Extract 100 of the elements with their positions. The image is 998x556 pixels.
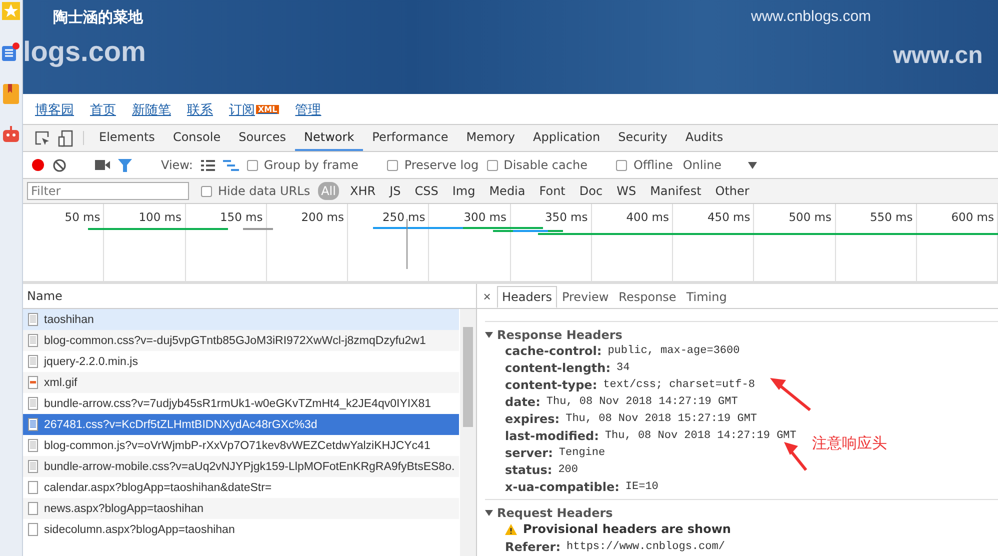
type-filter[interactable]: Manifest	[647, 182, 704, 200]
type-filter[interactable]: WS	[614, 182, 640, 200]
record-icon[interactable]	[31, 158, 45, 172]
detail-tab[interactable]: Preview	[556, 286, 614, 308]
star-icon[interactable]	[2, 2, 20, 20]
throttle-dropdown[interactable]: Online	[682, 158, 722, 172]
devtools-tab[interactable]: Memory	[457, 125, 524, 151]
detail-tab[interactable]: Response	[614, 286, 682, 308]
header-name: content-type:	[505, 378, 598, 392]
request-row[interactable]: calendar.aspx?blogApp=taoshihan&dateStr=	[23, 477, 459, 498]
devtools-tab[interactable]: Console	[164, 125, 230, 151]
blank-file-icon	[28, 502, 38, 515]
type-filter[interactable]: Media	[486, 182, 528, 200]
document-icon	[28, 334, 38, 347]
device-icon[interactable]	[58, 130, 73, 146]
close-button[interactable]: ×	[477, 284, 497, 308]
type-filter[interactable]: JS	[386, 182, 404, 200]
nav-link[interactable]: 博客园	[35, 100, 74, 118]
timeline-tick: 200 ms	[266, 204, 348, 281]
site-address: www.cnblogs.com	[751, 8, 872, 25]
devtools-tab[interactable]: Audits	[676, 125, 732, 151]
devtools-tab[interactable]: Elements	[90, 125, 164, 151]
nav-link[interactable]: 管理	[295, 100, 322, 118]
type-filter[interactable]: Doc	[576, 182, 606, 200]
header-name: date:	[505, 394, 540, 408]
dropdown-arrow-icon[interactable]	[748, 162, 757, 168]
list-view-icon[interactable]	[200, 160, 215, 170]
request-row[interactable]: blog-common.js?v=oVrWjmbP-rXxVp7O71kev8vWEZCetdwYalziKHJCYc41	[23, 435, 459, 456]
filter-field[interactable]: Filter	[27, 182, 189, 200]
banner-watermark: www.cn	[893, 42, 983, 70]
request-row[interactable]: blog-common.css?v=-duj5vpGTntb85GJoM3iRI972XwWcl-j8zmqDzyfu2w1	[23, 330, 459, 351]
devtools-tab[interactable]: Sources	[230, 125, 296, 151]
type-filter[interactable]: Other	[712, 182, 752, 200]
camera-icon[interactable]	[95, 160, 110, 170]
devtools-tab[interactable]: Performance	[363, 125, 458, 151]
scrollbar[interactable]	[460, 309, 476, 556]
header-name: x-ua-compatible:	[505, 480, 620, 494]
nav-link[interactable]: 首页	[90, 100, 116, 118]
robot-icon[interactable]	[3, 126, 19, 144]
clear-icon[interactable]	[53, 158, 66, 172]
header-value: text/css; charset=utf-8	[603, 378, 755, 390]
type-filter[interactable]: CSS	[412, 182, 442, 200]
header-name: Referer:	[505, 540, 561, 554]
toolbar-checkbox[interactable]: Offline	[616, 158, 673, 172]
header-value: 34	[616, 362, 630, 374]
header-value: IE=10	[625, 480, 658, 492]
hide-data-urls-checkbox[interactable]: Hide data URLs	[201, 184, 310, 198]
inspect-icon[interactable]	[35, 130, 50, 146]
timeline-tick: 350 ms	[510, 204, 592, 281]
bookmark-icon[interactable]	[3, 84, 19, 104]
toolbar-checkbox[interactable]: Preserve log	[387, 158, 479, 172]
type-filter[interactable]: Font	[536, 182, 568, 200]
banner-watermark: logs.com	[23, 36, 146, 68]
disclosure-triangle-icon[interactable]	[485, 509, 493, 517]
view-label: View:	[161, 158, 193, 172]
request-row[interactable]: bundle-arrow-mobile.css?v=aUq2vNJYPjgk159-LlpMOFotEnKRgRA9fyBtsES8o.	[23, 456, 459, 477]
request-row[interactable]: xml.gif	[23, 372, 459, 393]
header-name: last-modified:	[505, 428, 599, 442]
timeline-tick: 100 ms	[104, 204, 186, 281]
nav-link[interactable]: 新随笔	[132, 100, 171, 118]
section-header[interactable]: Response Headers	[485, 328, 998, 342]
detail-tab[interactable]: Timing	[681, 286, 732, 308]
nav-link[interactable]: 联系	[187, 100, 213, 118]
request-row[interactable]: jquery-2.2.0.min.js	[23, 351, 459, 372]
request-row[interactable]: sidecolumn.aspx?blogApp=taoshihan	[23, 519, 459, 540]
timeline-tick: 550 ms	[836, 204, 917, 281]
header-value: public, max-age=3600	[608, 344, 740, 356]
header-value: Thu, 08 Nov 2018 14:27:19 GMT	[604, 430, 796, 442]
request-row[interactable]: news.aspx?blogApp=taoshihan	[23, 498, 459, 519]
document-icon	[28, 313, 38, 326]
filter-icon[interactable]	[118, 158, 132, 172]
devtools-tab[interactable]: Security	[609, 125, 676, 151]
document-icon	[28, 460, 38, 473]
request-row[interactable]: taoshihan	[23, 309, 459, 330]
timeline-tick: 150 ms	[186, 204, 267, 281]
devtools-tab[interactable]: Application	[524, 125, 610, 151]
waterfall-view-icon[interactable]	[222, 160, 239, 170]
list-icon[interactable]	[2, 42, 20, 62]
blank-file-icon	[28, 481, 38, 494]
document-icon	[28, 355, 38, 368]
type-filter[interactable]: XHR	[346, 182, 379, 200]
timeline-tick: 450 ms	[673, 204, 754, 281]
header-name: status:	[505, 462, 552, 476]
header-value: https://www.cnblogs.com/	[566, 540, 725, 552]
request-row[interactable]: 267481.css?v=KcDrf5tZLHmtBIDNXydAc48rGXc%3d	[23, 414, 459, 435]
type-filter[interactable]: Img	[449, 182, 478, 200]
devtools-tab[interactable]: Network	[295, 125, 364, 151]
detail-tab[interactable]: Headers	[497, 286, 557, 308]
blank-file-icon	[28, 523, 38, 536]
header-value: Thu, 08 Nov 2018 15:27:19 GMT	[566, 412, 758, 424]
toolbar-checkbox[interactable]: Group by frame	[246, 158, 358, 172]
nav-link[interactable]: 订阅 XML	[229, 100, 280, 118]
timeline-tick: 50 ms	[23, 204, 104, 281]
blog-title: 陶士涵的菜地	[53, 8, 143, 27]
disclosure-triangle-icon[interactable]	[485, 331, 493, 339]
request-row[interactable]: bundle-arrow.css?v=7udjyb45sR1rmUk1-w0eGKvTZmHt4_k2JE4qv0IYIX81	[23, 393, 459, 414]
timeline-tick: 400 ms	[592, 204, 673, 281]
warning-text: Provisional headers are shown	[523, 522, 731, 536]
section-header[interactable]: Request Headers	[485, 506, 998, 520]
toolbar-checkbox[interactable]: Disable cache	[486, 158, 588, 172]
